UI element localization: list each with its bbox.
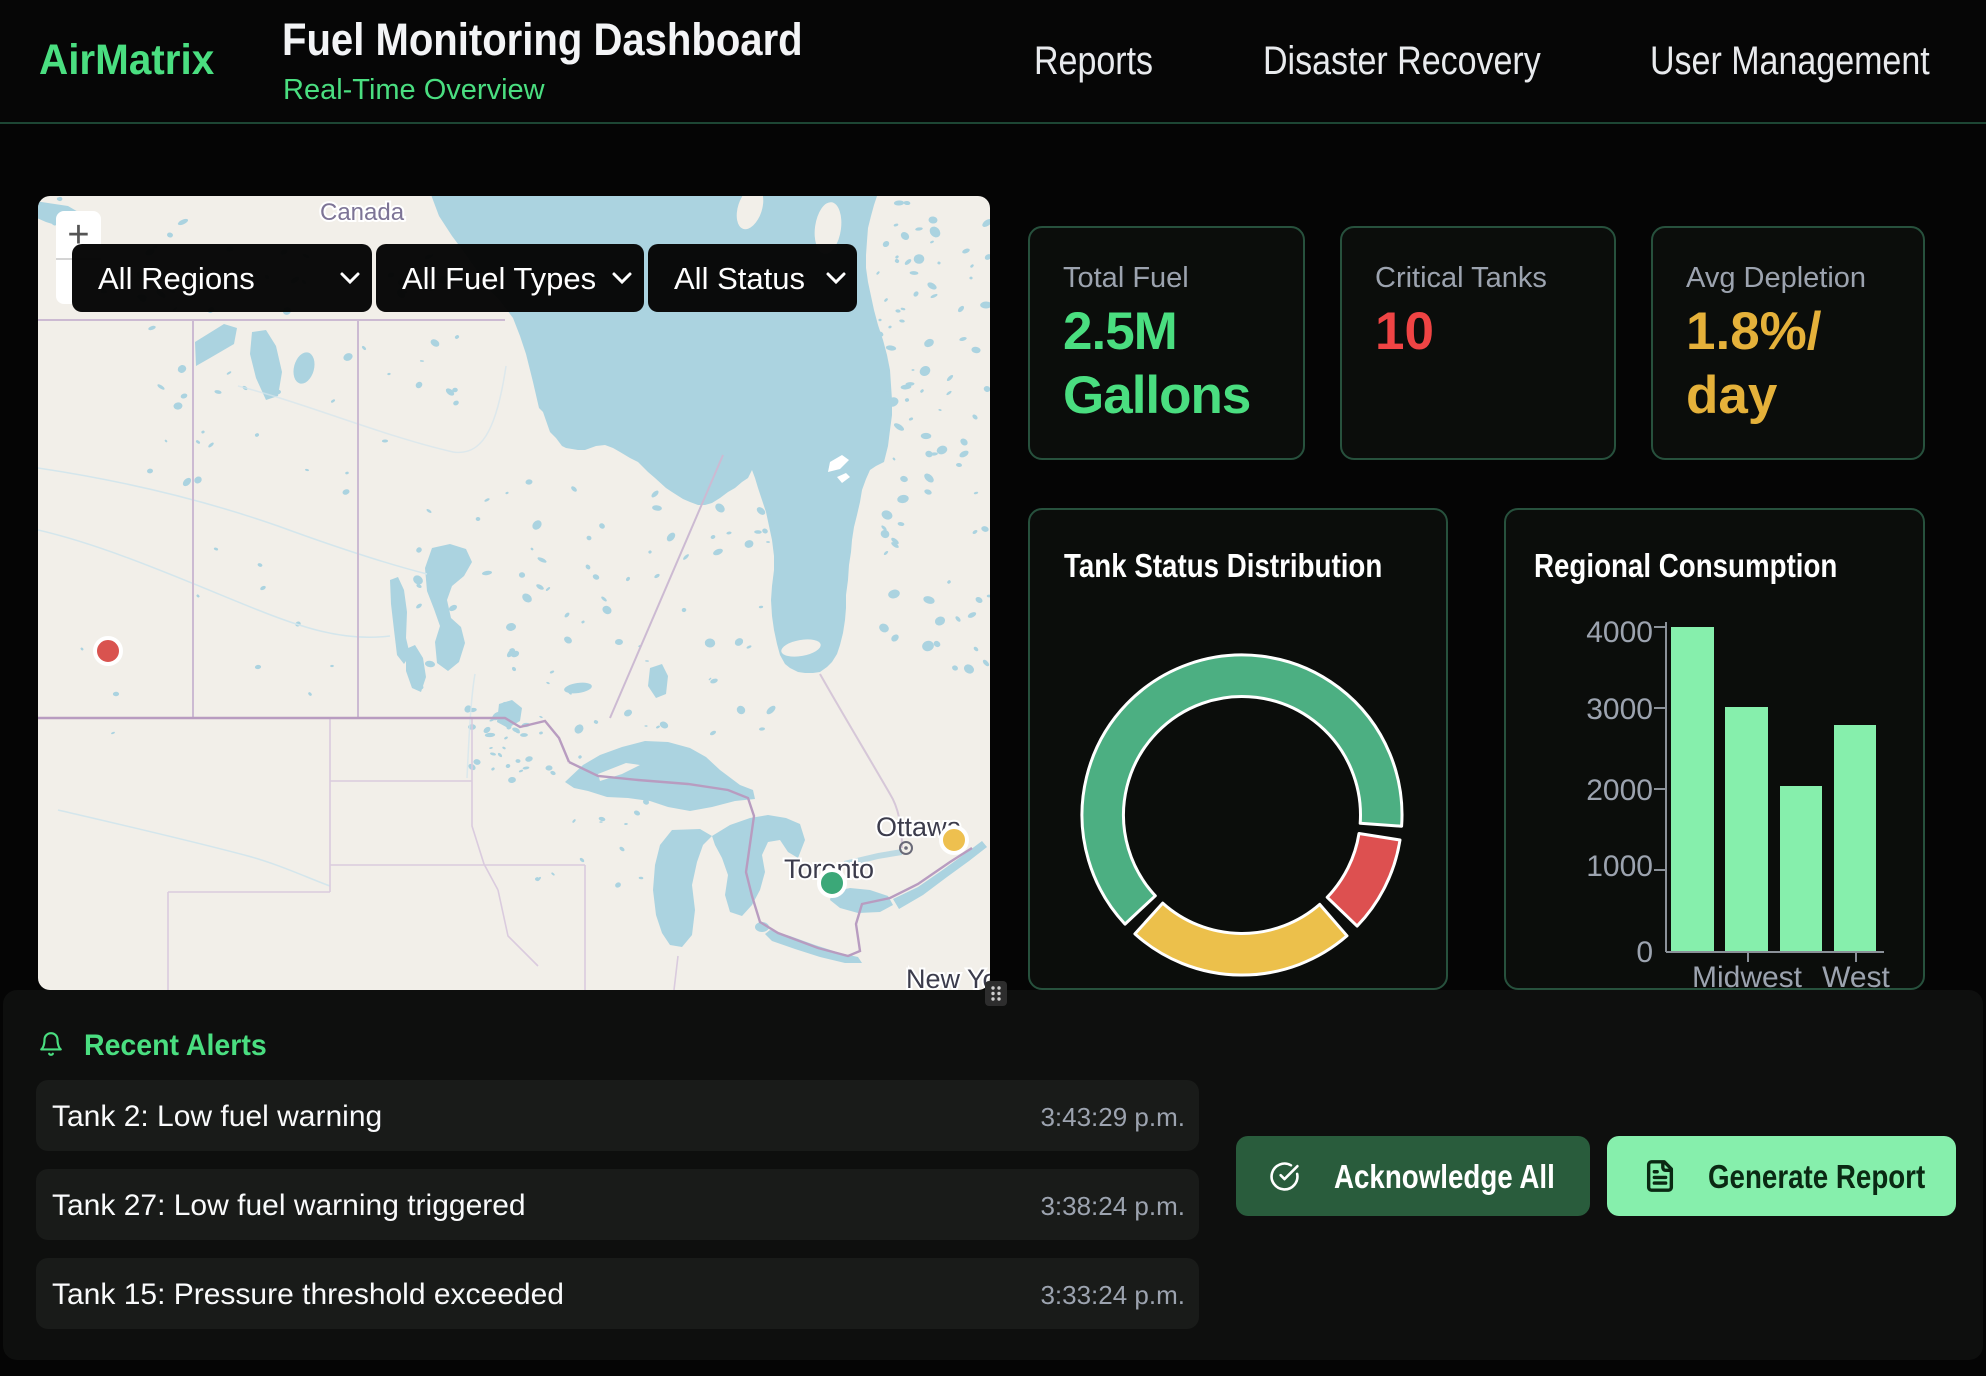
svg-text:West: West <box>1822 961 1890 990</box>
svg-text:Midwest: Midwest <box>1692 961 1803 990</box>
svg-text:Canada: Canada <box>320 199 405 226</box>
svg-text:1000: 1000 <box>1586 850 1653 883</box>
svg-text:0: 0 <box>1636 936 1653 969</box>
svg-text:New York: New York <box>906 964 990 990</box>
svg-text:2000: 2000 <box>1586 774 1653 807</box>
svg-text:3000: 3000 <box>1586 693 1653 726</box>
svg-text:4000: 4000 <box>1586 616 1653 649</box>
